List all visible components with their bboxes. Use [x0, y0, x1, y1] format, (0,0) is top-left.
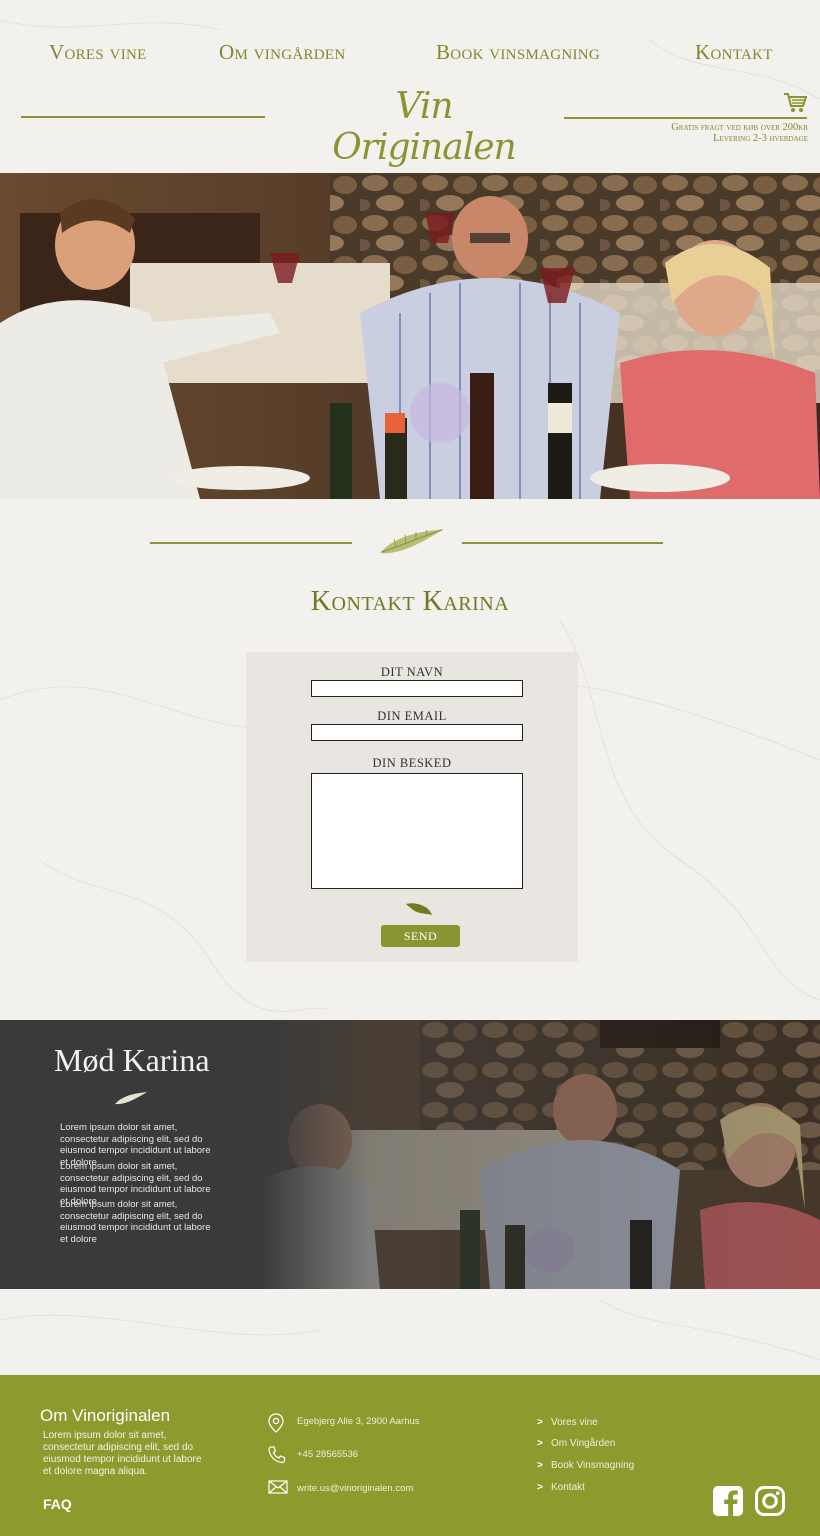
name-label: DIT NAVN	[380, 665, 444, 679]
email-input[interactable]	[311, 724, 523, 741]
contact-title: Kontakt Karina	[310, 586, 510, 617]
envelope-icon	[268, 1480, 288, 1494]
contact-form: DIT NAVN DIN EMAIL DIN BESKED SEND	[246, 652, 578, 962]
chevron-right-icon: >	[537, 1460, 543, 1471]
footer-address: Egebjerg Alle 3, 2900 Aarhus	[268, 1413, 488, 1433]
footer-link-om-vingarden[interactable]: > Om Vingården	[537, 1438, 615, 1449]
faq-link[interactable]: FAQ	[43, 1496, 72, 1512]
nav-book-vinsmagning[interactable]: Book vinsmagning	[436, 40, 600, 65]
chevron-right-icon: >	[537, 1438, 543, 1449]
message-textarea[interactable]	[311, 773, 523, 889]
nav-kontakt[interactable]: Kontakt	[695, 40, 773, 65]
footer-email[interactable]: write.us@vinoriginalen.com	[268, 1480, 488, 1500]
shipping-line-2: Levering 2-3 hverdage	[713, 133, 808, 144]
chevron-right-icon: >	[537, 1417, 543, 1428]
chevron-right-icon: >	[537, 1482, 543, 1493]
footer-link-label: Book Vinsmagning	[551, 1460, 635, 1471]
phone-icon	[268, 1446, 286, 1464]
shipping-info: Gratis fragt ved køb over 200kr Levering…	[671, 122, 808, 144]
address-text: Egebjerg Alle 3, 2900 Aarhus	[297, 1416, 420, 1427]
footer-about-title: Om Vinoriginalen	[40, 1406, 171, 1425]
footer-link-kontakt[interactable]: > Kontakt	[537, 1482, 585, 1493]
footer-link-label: Kontakt	[551, 1482, 585, 1493]
send-button[interactable]: SEND	[381, 925, 460, 947]
instagram-icon[interactable]	[754, 1485, 786, 1517]
hero-photo	[0, 173, 820, 499]
section-divider-right	[462, 542, 663, 544]
header-divider-left	[21, 116, 265, 118]
name-input[interactable]	[311, 680, 523, 697]
logo[interactable]: Vin Originalen	[318, 86, 530, 168]
footer-link-vores-vine[interactable]: > Vores vine	[537, 1417, 598, 1428]
main-nav: Vores vine Om vingården Book vinsmagning…	[0, 40, 820, 70]
nav-vores-vine[interactable]: Vores vine	[49, 40, 147, 65]
feather-leaf-icon	[406, 903, 432, 915]
phone-text: +45 28565536	[297, 1449, 359, 1460]
meet-title: Mød Karina	[54, 1042, 210, 1078]
footer: Om Vinoriginalen Lorem ipsum dolor sit a…	[0, 1375, 820, 1536]
shopping-cart-icon[interactable]	[783, 92, 807, 114]
email-label: DIN EMAIL	[377, 709, 447, 723]
footer-link-label: Vores vine	[551, 1417, 598, 1428]
feather-leaf-icon	[115, 1092, 147, 1105]
footer-phone[interactable]: +45 28565536	[268, 1446, 488, 1466]
message-label: DIN BESKED	[372, 756, 452, 770]
header-divider-right	[564, 117, 807, 119]
nav-om-vingarden[interactable]: Om vingården	[219, 40, 346, 65]
footer-about-text: Lorem ipsum dolor sit amet, consectetur …	[43, 1430, 202, 1477]
section-divider-left	[150, 542, 352, 544]
email-text: write.us@vinoriginalen.com	[297, 1483, 414, 1494]
facebook-icon[interactable]	[712, 1485, 744, 1517]
feather-leaf-icon	[380, 529, 444, 554]
map-pin-icon	[268, 1413, 284, 1433]
footer-link-book-vinsmagning[interactable]: > Book Vinsmagning	[537, 1460, 634, 1471]
meet-paragraph-3: Lorem ipsum dolor sit amet, consectetur …	[60, 1199, 211, 1245]
shipping-line-1: Gratis fragt ved køb over 200kr	[671, 122, 808, 133]
footer-link-label: Om Vingården	[551, 1438, 616, 1449]
